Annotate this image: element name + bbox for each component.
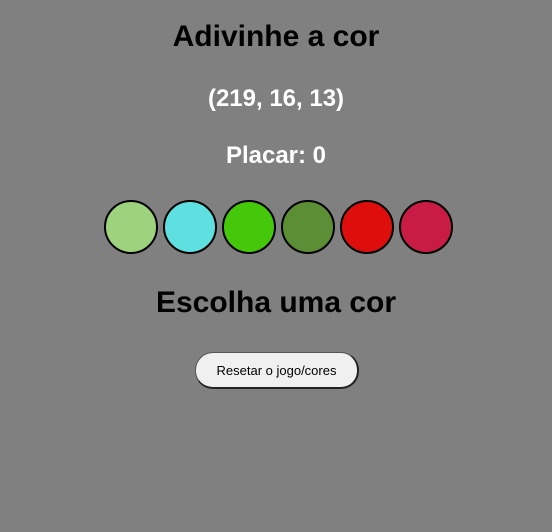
status-message: Escolha uma cor — [155, 286, 397, 319]
color-option-4[interactable] — [281, 200, 335, 254]
page-title: Adivinhe a cor — [172, 20, 380, 53]
color-option-2[interactable] — [163, 200, 217, 254]
color-options — [104, 200, 453, 254]
color-option-6[interactable] — [399, 200, 453, 254]
color-guess-game: Adivinhe a cor (219, 16, 13) Placar: 0 E… — [0, 0, 552, 532]
color-option-3[interactable] — [222, 200, 276, 254]
color-option-5[interactable] — [340, 200, 394, 254]
target-rgb-value: (219, 16, 13) — [207, 85, 345, 112]
score-display: Placar: 0 — [225, 142, 327, 169]
color-option-1[interactable] — [104, 200, 158, 254]
reset-button[interactable]: Resetar o jogo/cores — [195, 352, 359, 389]
